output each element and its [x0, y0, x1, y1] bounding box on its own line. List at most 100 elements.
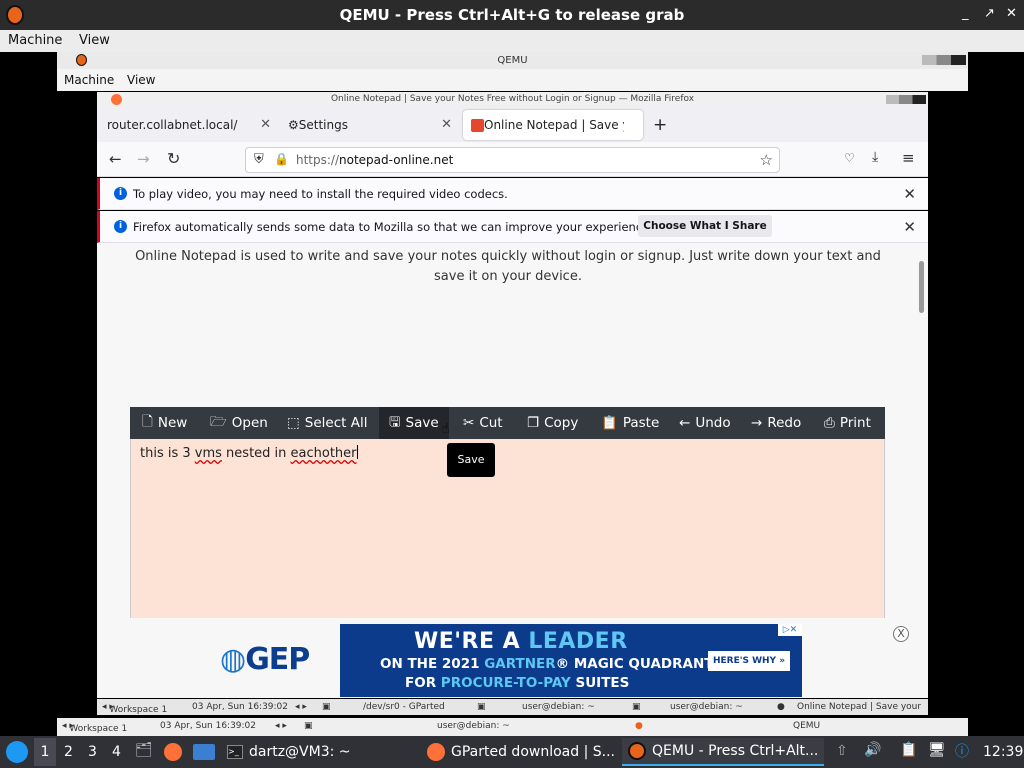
select-all-label: Select All — [304, 415, 368, 431]
editor-text[interactable]: this is 3 vms nested in eachother — [140, 445, 358, 461]
close-tab-icon[interactable]: ✕ — [441, 117, 452, 132]
taskbar: 1 2 3 4 🗂 >_ dartz@VM3: ~ GParted downlo… — [0, 736, 1024, 768]
outer-menu-bar: Machine View — [0, 30, 1024, 52]
panel-task[interactable]: user@debian: ~ — [670, 702, 743, 712]
volume-icon[interactable]: 🔊 — [864, 742, 881, 758]
inner-vm-screen-right — [928, 91, 968, 718]
workspace-1[interactable]: 1 — [34, 738, 56, 766]
cut-button[interactable]: ✂ Cut — [463, 407, 503, 439]
menu-view[interactable]: View — [127, 73, 155, 87]
tab-settings[interactable]: ⚙ Settings ✕ — [280, 110, 458, 140]
select-all-button[interactable]: ⬚ Select All — [287, 407, 367, 439]
pocket-icon[interactable]: ♡ — [844, 151, 855, 165]
inner-title-bar: QEMU — [57, 52, 968, 69]
url-prefix: https:// — [296, 153, 340, 167]
ad-close-button[interactable]: X — [893, 626, 909, 642]
panel-arrows[interactable]: ◂ ▸ — [295, 702, 307, 712]
task-firefox[interactable]: GParted download | S... — [421, 738, 621, 766]
print-icon: ⎙ — [824, 415, 835, 431]
network-icon[interactable]: 🖥 — [928, 742, 946, 758]
notifications-icon[interactable]: ⓘ — [955, 741, 969, 761]
tab-router[interactable]: router.collabnet.local/ ✕ — [99, 110, 277, 140]
reload-icon[interactable]: ↻ — [167, 149, 180, 168]
close-notification-icon[interactable]: ✕ — [903, 185, 916, 203]
panel-clock: 03 Apr, Sun 16:39:02 — [160, 721, 257, 731]
panel-task[interactable]: user@debian: ~ — [522, 702, 595, 712]
url-bar[interactable]: ⛨ 🔒 https://notepad-online.net ☆ — [245, 147, 780, 173]
ad-banner[interactable]: ◍GEP WE'RE A LEADER ON THE 2021 GARTNER®… — [220, 624, 909, 697]
info-icon: i — [114, 187, 127, 200]
save-label: Save — [405, 415, 439, 431]
window-controls[interactable] — [922, 55, 966, 65]
close-icon[interactable]: ✕ — [1006, 6, 1017, 21]
workspace-switcher[interactable]: ◂ Workspace 1 ▸ — [62, 721, 127, 734]
downloads-icon[interactable]: ⤓ — [872, 149, 878, 165]
save-icon: 🖫 — [389, 413, 401, 430]
ad-line-2: ON THE 2021 GARTNER® MAGIC QUADRANT™ — [380, 656, 727, 672]
task-terminal[interactable]: >_ dartz@VM3: ~ — [221, 738, 357, 766]
desktop-icon[interactable] — [193, 744, 215, 760]
ad-line-part: SUITES — [570, 675, 630, 691]
clipboard-icon[interactable]: 📋 — [900, 742, 917, 758]
page-scrollbar[interactable] — [919, 261, 924, 313]
panel-task[interactable]: /dev/sr0 - GParted — [363, 702, 445, 712]
qemu-logo-icon — [628, 742, 646, 760]
menu-machine[interactable]: Machine — [64, 73, 114, 87]
undo-button[interactable]: ← Undo — [679, 407, 731, 439]
close-notification-icon[interactable]: ✕ — [903, 218, 916, 236]
files-icon[interactable]: 🗂 — [135, 742, 153, 758]
tab-bar: router.collabnet.local/ ✕ ⚙ Settings ✕ O… — [97, 107, 928, 142]
workspace-switcher[interactable]: ◂ Workspace 1 ▸ — [102, 702, 167, 715]
terminal-icon: >_ — [227, 745, 243, 759]
bookmark-star-icon[interactable]: ☆ — [760, 151, 773, 169]
back-icon[interactable]: ← — [109, 150, 122, 168]
window-controls[interactable] — [886, 95, 926, 104]
panel-arrows[interactable]: ◂ ▸ — [275, 721, 287, 731]
paste-label: Paste — [622, 415, 660, 431]
shield-icon[interactable]: ⛨ — [254, 152, 264, 167]
firefox-launcher-icon[interactable] — [164, 743, 182, 761]
arrow-left-icon: ← — [679, 415, 691, 431]
lock-icon[interactable]: 🔒 — [274, 152, 289, 166]
ad-cta-button[interactable]: HERE'S WHY » — [708, 651, 790, 671]
app-menu-icon[interactable] — [6, 741, 28, 763]
close-tab-icon[interactable]: ✕ — [260, 117, 271, 132]
adchoices-icon[interactable]: ▷✕ — [778, 624, 802, 636]
minimize-icon[interactable]: _ — [962, 6, 969, 21]
panel-task[interactable]: QEMU — [793, 721, 820, 731]
workspace-label: Workspace 1 — [69, 724, 128, 734]
outer-title-bar: QEMU - Press Ctrl+Alt+G to release grab … — [0, 0, 1024, 30]
workspace-2[interactable]: 2 — [64, 744, 73, 760]
save-button[interactable]: 🖫 Save — [379, 407, 449, 439]
new-button[interactable]: 🗋 New — [142, 407, 187, 439]
new-label: New — [157, 415, 188, 431]
panel-task[interactable]: Online Notepad | Save your — [797, 702, 921, 712]
terminal-icon: ▣ — [477, 702, 486, 712]
paste-button[interactable]: 📋 Paste — [601, 407, 659, 439]
new-tab-button[interactable]: + — [653, 115, 667, 135]
maximize-icon[interactable]: ↗ — [984, 6, 995, 21]
menu-machine[interactable]: Machine — [8, 33, 62, 48]
intro-text: Online Notepad is used to write and save… — [135, 249, 881, 284]
scissors-icon: ✂ — [463, 415, 475, 431]
print-button[interactable]: ⎙ Print — [824, 407, 871, 439]
workspace-4[interactable]: 4 — [112, 744, 121, 760]
menu-icon[interactable]: ≡ — [902, 149, 915, 167]
copy-button[interactable]: ❐ Copy — [527, 407, 578, 439]
choose-what-i-share-button[interactable]: Choose What I Share — [638, 215, 772, 237]
forward-icon[interactable]: → — [137, 150, 150, 168]
tab-online-notepad[interactable]: Online Notepad | Save yo — [463, 110, 643, 140]
upload-icon[interactable]: ⇧ — [836, 743, 848, 759]
inner-menu-bar: Machine View — [57, 69, 968, 91]
task-label: GParted download | S... — [451, 744, 615, 760]
vm-panel-inner: ◂ Workspace 1 ▸ 03 Apr, Sun 16:39:02 ◂ ▸… — [97, 699, 928, 715]
open-button[interactable]: 🗁 Open — [210, 407, 268, 439]
redo-button[interactable]: → Redo — [751, 407, 801, 439]
task-qemu[interactable]: QEMU - Press Ctrl+Alt... — [622, 738, 825, 766]
qemu-logo-icon: ● — [635, 721, 643, 731]
ad-headline-part: WE'RE A — [414, 629, 529, 654]
menu-view[interactable]: View — [79, 33, 110, 48]
url-domain: notepad-online.net — [339, 153, 454, 167]
workspace-3[interactable]: 3 — [88, 744, 97, 760]
panel-task[interactable]: user@debian: ~ — [437, 721, 510, 731]
